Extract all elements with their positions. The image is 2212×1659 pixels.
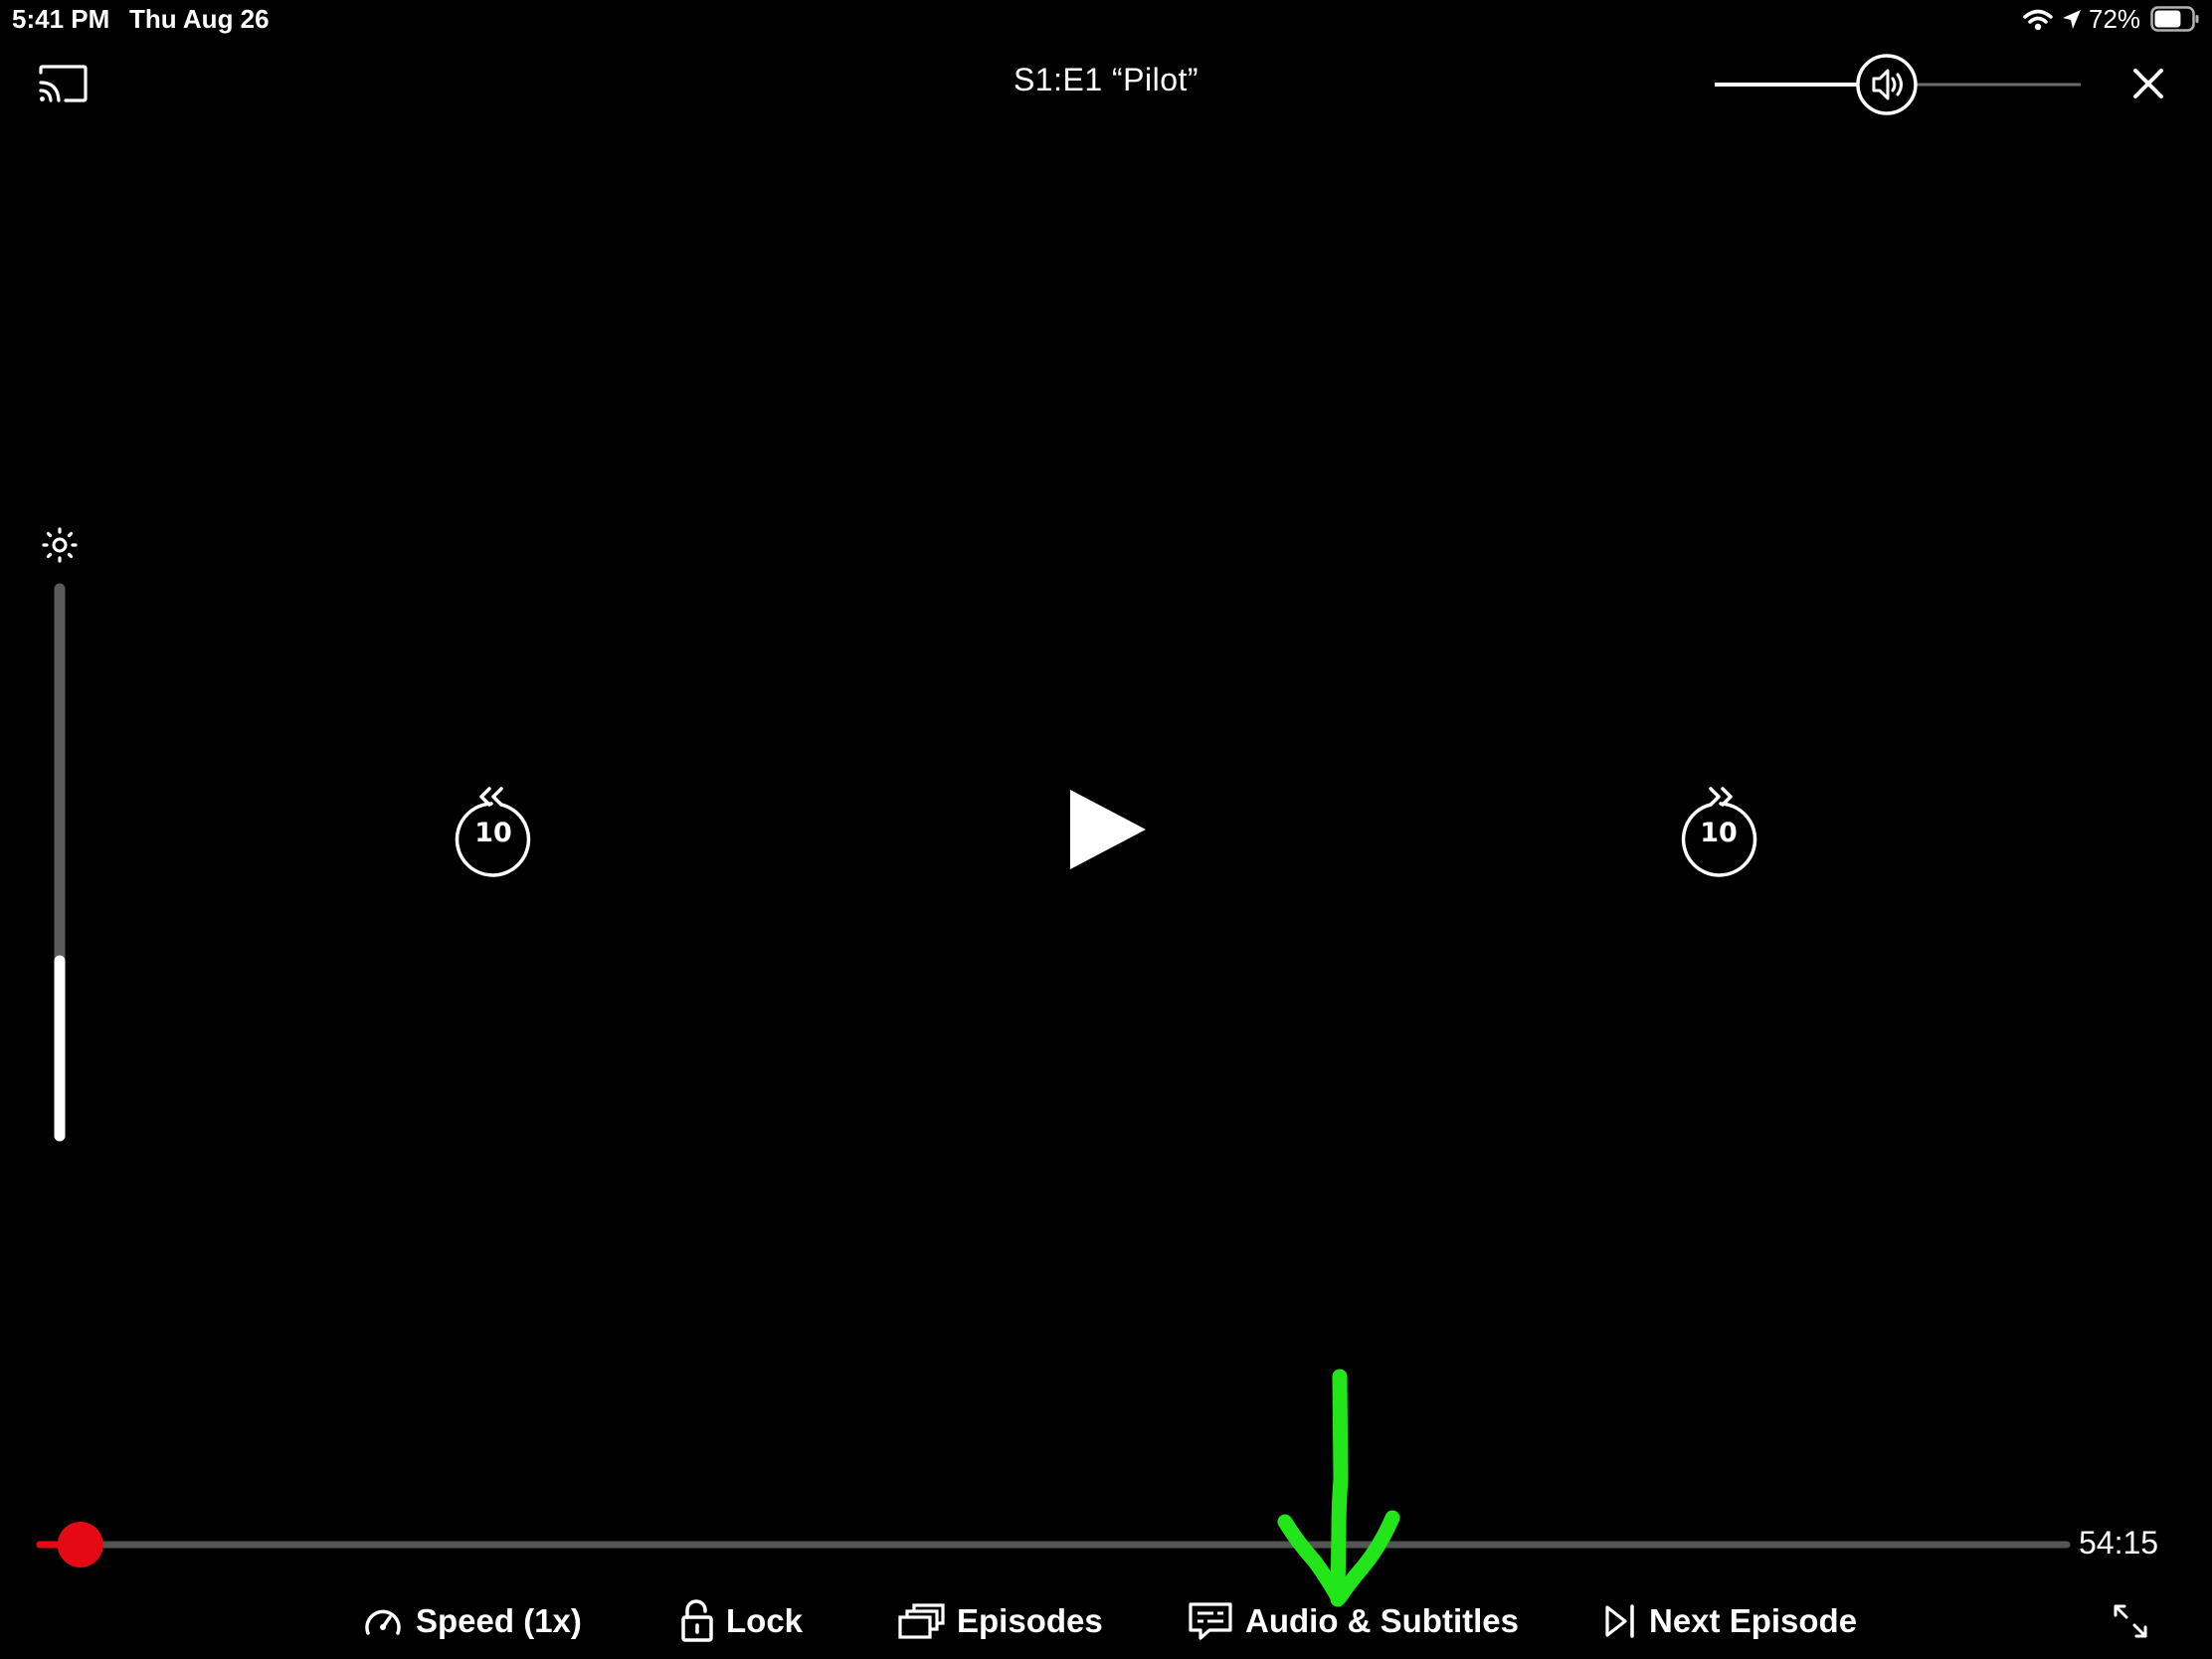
unlock-icon bbox=[681, 1599, 713, 1642]
audio-subtitles-label: Audio & Subtitles bbox=[1245, 1602, 1519, 1639]
speed-label: Speed (1x) bbox=[416, 1602, 582, 1639]
battery-fill bbox=[2154, 10, 2181, 28]
audio-subtitles-button[interactable]: Audio & Subtitles bbox=[1188, 1595, 1519, 1647]
rewind-seconds-label: 10 bbox=[474, 818, 512, 848]
battery-percent: 72% bbox=[2089, 4, 2141, 34]
episodes-button[interactable]: Episodes bbox=[897, 1595, 1103, 1647]
volume-slider[interactable] bbox=[1709, 52, 2087, 117]
speedometer-icon bbox=[365, 1609, 401, 1635]
lock-button[interactable]: Lock bbox=[680, 1595, 803, 1647]
video-player: 5:41 PM Thu Aug 26 72% S1:E1 “Pilot” 10 … bbox=[0, 0, 2212, 1659]
volume-icon[interactable] bbox=[1856, 54, 1918, 115]
next-episode-icon bbox=[1605, 1604, 1634, 1638]
episodes-label: Episodes bbox=[957, 1602, 1103, 1639]
location-arrow-icon bbox=[2063, 10, 2081, 29]
lock-label: Lock bbox=[726, 1602, 804, 1639]
expand-icon bbox=[2114, 1604, 2147, 1638]
subtitles-icon bbox=[1189, 1602, 1232, 1640]
status-time: 5:41 PM bbox=[12, 4, 110, 34]
speed-button[interactable]: Speed (1x) bbox=[362, 1595, 582, 1647]
fullscreen-button[interactable] bbox=[2111, 1601, 2150, 1641]
play-button[interactable] bbox=[1066, 786, 1162, 881]
episodes-icon bbox=[898, 1603, 945, 1639]
battery-icon bbox=[2150, 6, 2199, 32]
time-remaining: 54:15 bbox=[2079, 1525, 2159, 1561]
progress-bar[interactable] bbox=[30, 1520, 2071, 1569]
annotation-arrow bbox=[1277, 1369, 1400, 1607]
status-date: Thu Aug 26 bbox=[129, 4, 270, 34]
forward-10-button[interactable]: 10 bbox=[1669, 776, 1768, 881]
wifi-icon bbox=[2023, 9, 2053, 31]
brightness-icon bbox=[42, 527, 78, 563]
next-episode-label: Next Episode bbox=[1649, 1602, 1858, 1639]
rewind-10-button[interactable]: 10 bbox=[444, 776, 543, 881]
forward-seconds-label: 10 bbox=[1700, 818, 1738, 848]
brightness-slider[interactable] bbox=[50, 583, 70, 1142]
close-button[interactable] bbox=[2130, 66, 2166, 101]
progress-scrubber[interactable] bbox=[57, 1522, 103, 1567]
next-episode-button[interactable]: Next Episode bbox=[1603, 1595, 1857, 1647]
